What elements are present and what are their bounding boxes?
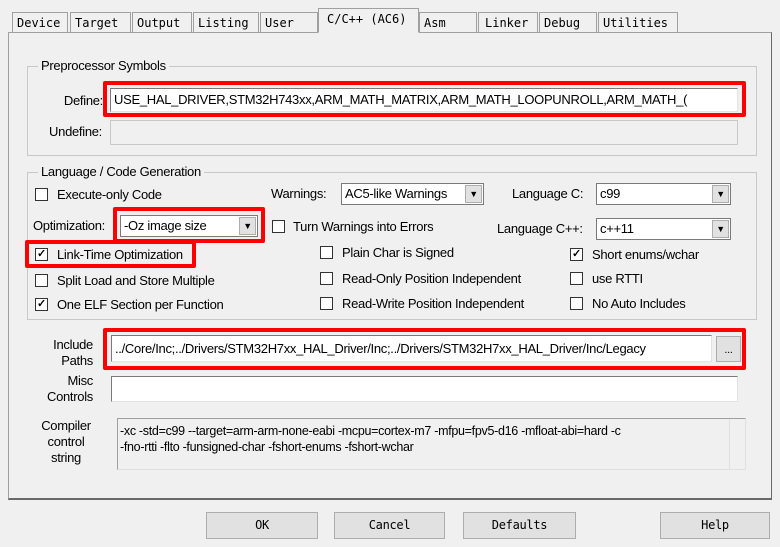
- tab-cc-ac6[interactable]: C/C++ (AC6): [318, 8, 419, 33]
- compiler-label-line: Compiler: [41, 418, 91, 433]
- preprocessor-title: Preprocessor Symbols: [38, 58, 169, 73]
- tab-listing[interactable]: Listing: [193, 12, 259, 33]
- split-load-label: Split Load and Store Multiple: [57, 273, 215, 288]
- tab-asm[interactable]: Asm: [419, 12, 477, 33]
- tab-output[interactable]: Output: [132, 12, 192, 33]
- tab-debug[interactable]: Debug: [539, 12, 597, 33]
- compiler-control-string: -xc -std=c99 --target=arm-arm-none-eabi …: [117, 418, 746, 470]
- rwpi-checkbox[interactable]: [320, 297, 333, 310]
- undefine-label: Undefine:: [49, 124, 102, 139]
- include-paths-label: Include Paths: [53, 337, 93, 369]
- chevron-down-icon: ▼: [712, 220, 729, 238]
- execute-only-label: Execute-only Code: [57, 187, 162, 202]
- warnings-value: AC5-like Warnings: [345, 186, 448, 201]
- include-label-line: Include: [53, 337, 93, 352]
- rtti-checkbox[interactable]: [570, 272, 583, 285]
- chevron-down-icon: ▼: [712, 185, 729, 203]
- define-label: Define:: [63, 93, 103, 108]
- compiler-label-line: control: [47, 434, 85, 449]
- undefine-input[interactable]: [110, 120, 738, 145]
- tab-utilities[interactable]: Utilities: [598, 12, 678, 33]
- language-cpp-label: Language C++:: [497, 221, 583, 236]
- execute-only-checkbox[interactable]: [35, 188, 48, 201]
- no-auto-includes-checkbox[interactable]: [570, 297, 583, 310]
- language-c-label: Language C:: [512, 186, 584, 201]
- compiler-label-line: string: [51, 450, 81, 465]
- tab-device[interactable]: Device: [12, 12, 68, 33]
- tab-target[interactable]: Target: [70, 12, 131, 33]
- help-button[interactable]: Help: [660, 512, 770, 539]
- misc-controls-label: Misc Controls: [47, 373, 93, 405]
- one-elf-label: One ELF Section per Function: [57, 297, 224, 312]
- highlight-box: [113, 207, 265, 243]
- one-elf-checkbox[interactable]: ✓: [35, 298, 48, 311]
- cancel-button[interactable]: Cancel: [334, 512, 445, 539]
- compiler-string-line: -xc -std=c99 --target=arm-arm-none-eabi …: [120, 424, 621, 438]
- warnings-label: Warnings:: [271, 186, 327, 201]
- compiler-string-line: -fno-rtti -flto -funsigned-char -fshort-…: [120, 440, 414, 454]
- tab-linker[interactable]: Linker: [478, 12, 538, 33]
- defaults-button[interactable]: Defaults: [463, 512, 576, 539]
- language-cpp-select[interactable]: c++11 ▼: [596, 218, 731, 240]
- language-c-value: c99: [600, 186, 621, 201]
- warnings-select[interactable]: AC5-like Warnings ▼: [341, 183, 484, 205]
- language-title: Language / Code Generation: [38, 164, 204, 179]
- misc-label-line: Misc: [67, 373, 93, 388]
- ok-button[interactable]: OK: [206, 512, 318, 539]
- split-load-checkbox[interactable]: [35, 274, 48, 287]
- turn-warnings-label: Turn Warnings into Errors: [293, 219, 434, 234]
- rtti-label: use RTTI: [592, 271, 643, 286]
- misc-label-line: Controls: [46, 389, 93, 404]
- highlight-box: [103, 328, 746, 370]
- short-enums-checkbox[interactable]: ✓: [570, 248, 583, 261]
- no-auto-includes-label: No Auto Includes: [592, 296, 686, 311]
- optimization-label: Optimization:: [33, 218, 105, 233]
- chevron-down-icon: ▼: [465, 185, 482, 203]
- language-c-select[interactable]: c99 ▼: [596, 183, 731, 205]
- ropi-label: Read-Only Position Independent: [342, 271, 521, 286]
- misc-controls-input[interactable]: [111, 376, 738, 402]
- highlight-box: [25, 240, 196, 268]
- highlight-box: [103, 81, 746, 117]
- ropi-checkbox[interactable]: [320, 272, 333, 285]
- short-enums-label: Short enums/wchar: [592, 247, 699, 262]
- rwpi-label: Read-Write Position Independent: [342, 296, 524, 311]
- language-cpp-value: c++11: [600, 221, 634, 236]
- plain-char-checkbox[interactable]: [320, 246, 333, 259]
- scrollbar[interactable]: [729, 419, 745, 469]
- turn-warnings-checkbox[interactable]: [272, 220, 285, 233]
- tab-user[interactable]: User: [260, 12, 318, 33]
- include-label-line: Paths: [61, 353, 93, 368]
- compiler-control-label: Compiler control string: [38, 418, 94, 466]
- plain-char-label: Plain Char is Signed: [342, 245, 454, 260]
